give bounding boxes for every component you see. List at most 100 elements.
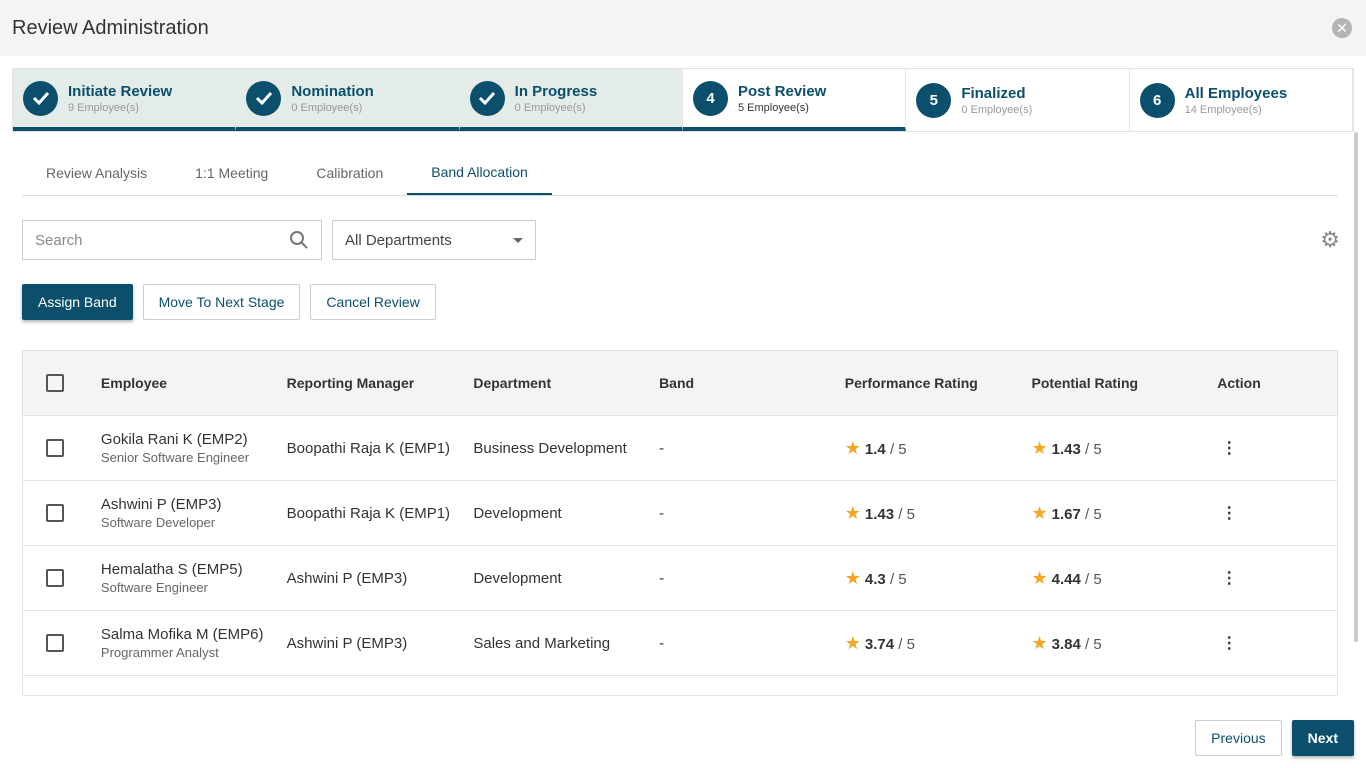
employee-title: Software Developer	[100, 515, 216, 530]
step-label: All Employees	[1184, 84, 1288, 102]
reporting-manager: Ashwini P (EMP3)	[286, 569, 408, 587]
employee-name: Salma Mofika M (EMP6)	[100, 626, 264, 643]
band: -	[659, 634, 665, 652]
potential-rating: 1.67	[1051, 505, 1081, 523]
step-2[interactable]: In Progress 0 Employee(s)	[459, 69, 683, 131]
star-icon: ★	[1031, 502, 1048, 523]
close-icon[interactable]: ✕	[1332, 18, 1352, 38]
tab-3[interactable]: Band Allocation	[407, 150, 552, 195]
scrollbar[interactable]	[1354, 132, 1358, 642]
employee-name: Ashwini P (EMP3)	[100, 496, 222, 513]
assign-band-button[interactable]: Assign Band	[22, 284, 133, 320]
potential-rating: 1.43	[1051, 440, 1081, 458]
performance-rating: 4.3	[864, 570, 886, 588]
more-vertical-icon[interactable]: ⋮	[1217, 635, 1237, 652]
rating-max: / 5	[1085, 505, 1102, 523]
rating-max: / 5	[889, 570, 907, 588]
reporting-manager: Ashwini P (EMP3)	[286, 634, 408, 652]
check-icon	[246, 80, 282, 116]
step-count: 5 Employee(s)	[737, 101, 809, 114]
gear-icon[interactable]: ⚙	[1320, 227, 1340, 253]
potential-rating: 3.84	[1051, 635, 1081, 653]
search-box[interactable]	[22, 220, 322, 260]
step-number: 6	[1139, 82, 1175, 118]
search-input[interactable]	[35, 231, 265, 249]
rating-max: / 5	[889, 440, 907, 458]
employee-name: Gokila Rani K (EMP2)	[100, 431, 248, 448]
employee-title: Software Engineer	[100, 580, 208, 595]
star-icon: ★	[844, 632, 861, 653]
more-vertical-icon[interactable]: ⋮	[1217, 570, 1237, 587]
department-value: All Departments	[345, 231, 452, 249]
band: -	[659, 439, 665, 457]
table-row: Hemalatha S (EMP5) Software Engineer Ashw…	[23, 546, 1337, 611]
step-label: Finalized	[961, 84, 1026, 102]
performance-rating: 1.4	[864, 440, 886, 458]
step-3[interactable]: 4 Post Review 5 Employee(s)	[682, 69, 907, 131]
tab-0[interactable]: Review Analysis	[22, 150, 171, 195]
move-to-next-stage-button[interactable]: Move To Next Stage	[142, 284, 301, 320]
row-checkbox[interactable]	[46, 634, 64, 652]
step-count: 0 Employee(s)	[514, 101, 586, 114]
cancel-review-button[interactable]: Cancel Review	[310, 284, 436, 320]
step-count: 0 Employee(s)	[961, 103, 1033, 116]
step-count: 0 Employee(s)	[291, 101, 363, 114]
col-employee: Employee	[100, 375, 168, 391]
more-vertical-icon[interactable]: ⋮	[1217, 440, 1237, 457]
col-department: Department	[473, 375, 552, 391]
step-count: 14 Employee(s)	[1184, 103, 1262, 116]
step-1[interactable]: Nomination 0 Employee(s)	[236, 69, 460, 131]
star-icon: ★	[1031, 567, 1048, 588]
step-label: In Progress	[514, 82, 598, 100]
step-number: 4	[692, 80, 728, 116]
select-all-checkbox[interactable]	[46, 374, 64, 392]
reporting-manager: Boopathi Raja K (EMP1)	[286, 504, 451, 522]
band: -	[659, 504, 665, 522]
sub-tabs: Review Analysis 1:1 Meeting Calibration Ban…	[22, 150, 1338, 196]
rating-max: / 5	[1085, 635, 1102, 653]
tab-1[interactable]: 1:1 Meeting	[171, 150, 292, 195]
employee-table: Employee Reporting Manager Department Ba…	[22, 350, 1338, 696]
previous-button[interactable]: Previous	[1195, 720, 1282, 756]
table-row: Ashwini P (EMP3) Software Developer Boopa…	[23, 481, 1337, 546]
star-icon: ★	[1031, 632, 1048, 653]
step-label: Initiate Review	[68, 82, 173, 100]
step-label: Post Review	[737, 82, 827, 100]
performance-rating: 1.43	[864, 505, 895, 523]
department: Development	[473, 504, 562, 522]
title-bar: Review Administration ✕	[0, 0, 1366, 56]
employee-title: Programmer Analyst	[100, 645, 219, 660]
table-row-partial	[23, 676, 1337, 695]
check-icon	[23, 80, 58, 116]
department: Development	[473, 569, 562, 587]
employee-title: Senior Software Engineer	[100, 450, 250, 465]
tab-2[interactable]: Calibration	[292, 150, 407, 195]
col-action: Action	[1217, 375, 1261, 391]
next-button[interactable]: Next	[1291, 720, 1354, 756]
step-label: Nomination	[291, 82, 374, 100]
page-title: Review Administration	[12, 16, 209, 39]
step-5[interactable]: 6 All Employees 14 Employee(s)	[1130, 69, 1353, 131]
step-4[interactable]: 5 Finalized 0 Employee(s)	[906, 69, 1130, 131]
col-performance: Performance Rating	[844, 375, 978, 391]
department: Business Development	[473, 439, 627, 457]
step-count: 9 Employee(s)	[68, 101, 139, 114]
row-checkbox[interactable]	[46, 504, 64, 522]
table-header: Employee Reporting Manager Department Ba…	[23, 351, 1337, 416]
rating-max: / 5	[898, 635, 915, 653]
stage-stepper: Initiate Review 9 Employee(s) Nomination…	[12, 68, 1354, 132]
search-icon[interactable]	[289, 230, 309, 250]
table-row: Salma Mofika M (EMP6) Programmer Analyst …	[23, 611, 1337, 676]
more-vertical-icon[interactable]: ⋮	[1217, 505, 1237, 522]
department-dropdown[interactable]: All Departments	[332, 220, 536, 260]
rating-max: / 5	[1085, 570, 1102, 588]
col-potential: Potential Rating	[1031, 375, 1139, 391]
check-icon	[469, 80, 505, 116]
rating-max: / 5	[898, 505, 915, 523]
row-checkbox[interactable]	[46, 439, 64, 457]
department: Sales and Marketing	[473, 634, 611, 652]
step-0[interactable]: Initiate Review 9 Employee(s)	[13, 69, 237, 131]
reporting-manager: Boopathi Raja K (EMP1)	[286, 439, 451, 457]
row-checkbox[interactable]	[46, 569, 64, 587]
step-number: 5	[916, 82, 952, 118]
